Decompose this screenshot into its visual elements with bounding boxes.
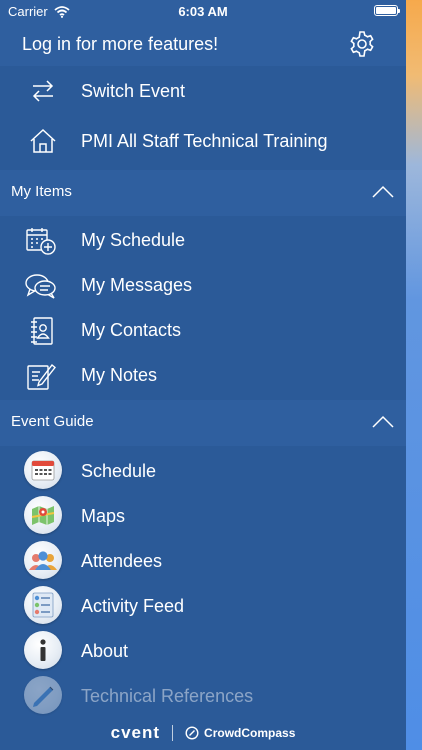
- schedule-item[interactable]: Schedule: [0, 448, 406, 493]
- chat-bubbles-icon: [25, 274, 56, 299]
- my-contacts-label: My Contacts: [81, 320, 182, 340]
- notes-pencil-icon: [27, 363, 56, 390]
- chevron-up-icon: [372, 185, 394, 198]
- schedule-label: Schedule: [81, 461, 157, 481]
- login-link[interactable]: Log in for more features!: [22, 34, 218, 55]
- info-icon: [24, 631, 62, 669]
- my-schedule-label: My Schedule: [81, 230, 186, 250]
- chevron-up-icon: [372, 415, 394, 428]
- technical-references-label: Technical References: [81, 686, 254, 706]
- status-time: 6:03 AM: [178, 4, 228, 19]
- activity-feed-item[interactable]: Activity Feed: [0, 583, 406, 628]
- activity-feed-icon: [24, 586, 62, 624]
- my-notes-label: My Notes: [81, 365, 158, 385]
- switch-event-item[interactable]: Switch Event: [0, 68, 406, 114]
- about-label: About: [81, 641, 129, 661]
- drawer-header: Log in for more features!: [0, 22, 406, 66]
- footer-branding: cvent CrowdCompass: [0, 716, 406, 750]
- schedule-calendar-icon: [24, 451, 62, 489]
- activity-feed-label: Activity Feed: [81, 596, 185, 616]
- my-messages-label: My Messages: [81, 275, 193, 295]
- crowdcompass-label: CrowdCompass: [204, 726, 296, 740]
- contacts-book-icon: [31, 317, 53, 345]
- crowdcompass-icon: [185, 726, 199, 740]
- maps-item[interactable]: Maps: [0, 493, 406, 538]
- maps-label: Maps: [81, 506, 126, 526]
- footer-divider: [172, 725, 174, 741]
- my-contacts-item[interactable]: My Contacts: [0, 308, 406, 353]
- crowdcompass-logo: CrowdCompass: [185, 726, 295, 740]
- pencil-icon: [24, 676, 62, 714]
- my-messages-item[interactable]: My Messages: [0, 263, 406, 308]
- status-bar: Carrier 6:03 AM: [0, 0, 406, 22]
- underlying-app-edge[interactable]: [406, 0, 422, 750]
- event-guide-section-header[interactable]: Event Guide: [0, 400, 406, 446]
- gear-icon[interactable]: [348, 30, 376, 58]
- my-notes-item[interactable]: My Notes: [0, 353, 406, 398]
- map-icon: [24, 496, 62, 534]
- switch-arrows-icon: [32, 80, 54, 102]
- calendar-add-icon: [26, 228, 56, 255]
- attendees-label: Attendees: [81, 551, 163, 571]
- event-guide-title: Event Guide: [11, 413, 94, 430]
- my-items-section-header[interactable]: My Items: [0, 170, 406, 216]
- my-items-title: My Items: [11, 183, 72, 200]
- attendees-icon: [24, 541, 62, 579]
- cvent-logo: cvent: [110, 723, 161, 742]
- home-icon: [30, 128, 56, 153]
- battery-icon: [374, 5, 400, 16]
- technical-references-item[interactable]: Technical References: [0, 673, 406, 718]
- event-home-item[interactable]: PMI All Staff Technical Training: [0, 118, 406, 164]
- about-item[interactable]: About: [0, 628, 406, 673]
- my-schedule-item[interactable]: My Schedule: [0, 218, 406, 263]
- attendees-item[interactable]: Attendees: [0, 538, 406, 583]
- switch-event-label: Switch Event: [81, 81, 186, 101]
- event-home-label: PMI All Staff Technical Training: [81, 131, 328, 151]
